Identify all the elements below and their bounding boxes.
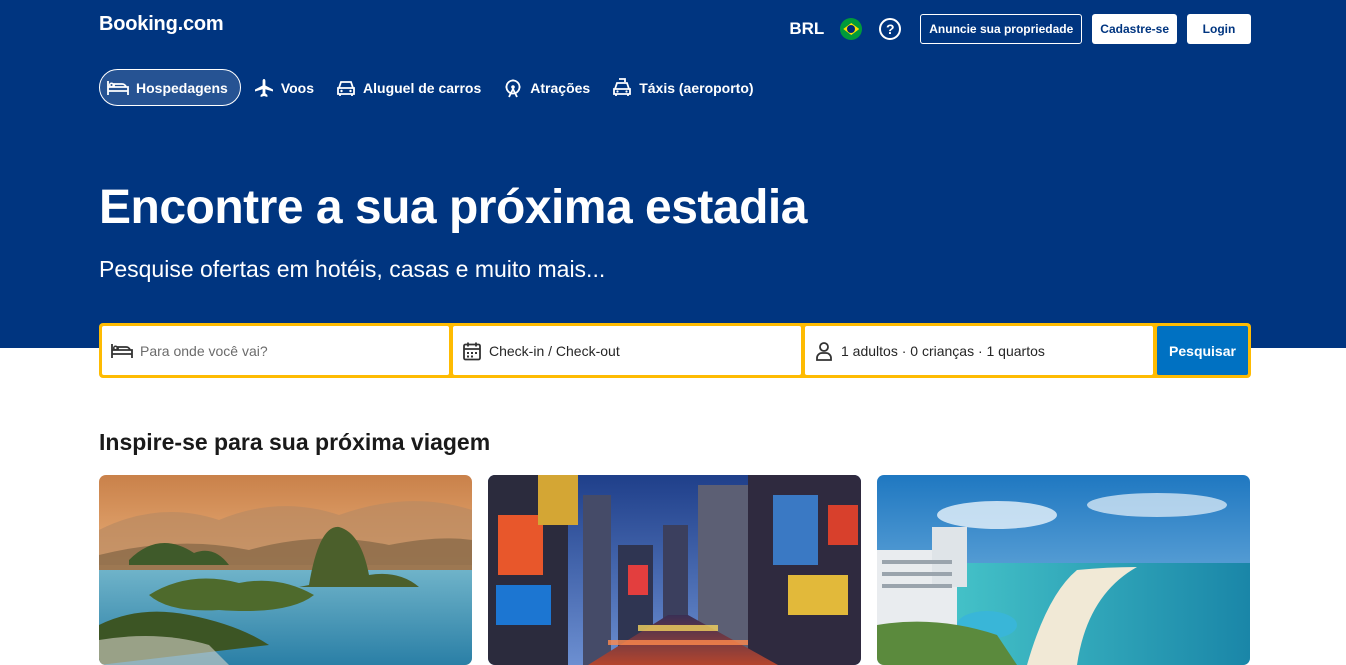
cancun-photo xyxy=(877,475,1250,665)
destination-card-rio[interactable] xyxy=(99,475,472,665)
header-actions: BRL ? Anuncie sua propriedade Cadastre-s… xyxy=(789,14,1251,44)
car-icon xyxy=(337,80,355,96)
search-bar: Para onde você vai? Check-in / Check-out… xyxy=(99,323,1251,378)
brazil-flag-icon[interactable] xyxy=(840,18,863,40)
nav-item-attractions[interactable]: Atrações xyxy=(494,69,599,106)
currency-selector[interactable]: BRL xyxy=(789,19,824,39)
bed-icon xyxy=(111,343,133,358)
booking-logo[interactable]: Booking.com xyxy=(99,13,224,36)
rio-photo xyxy=(99,475,472,665)
person-icon xyxy=(816,341,832,361)
nav-item-label: Táxis (aeroporto) xyxy=(639,79,754,96)
nav-item-label: Hospedagens xyxy=(136,79,228,96)
calendar-icon xyxy=(463,342,481,360)
destination-card-cancun[interactable] xyxy=(877,475,1250,665)
help-icon[interactable]: ? xyxy=(879,18,902,40)
ferris-wheel-icon xyxy=(505,79,521,97)
hero-subtitle: Pesquise ofertas em hotéis, casas e muit… xyxy=(99,256,606,282)
hero-banner: Booking.com BRL ? Anuncie sua propriedad… xyxy=(0,0,1346,348)
nav-item-label: Aluguel de carros xyxy=(363,79,482,96)
dates-label: Check-in / Check-out xyxy=(489,342,620,359)
bed-icon xyxy=(107,80,129,95)
occupancy-field[interactable]: 1 adultos · 0 crianças · 1 quartos xyxy=(805,326,1153,375)
nav-item-label: Atrações xyxy=(530,79,591,96)
list-property-button[interactable]: Anuncie sua propriedade xyxy=(920,14,1083,44)
nav-item-taxis[interactable]: Táxis (aeroporto) xyxy=(603,69,762,106)
inspire-section-title: Inspire-se para sua próxima viagem xyxy=(99,429,491,455)
destination-card-new-york[interactable] xyxy=(488,475,861,665)
destination-input[interactable]: Para onde você vai? xyxy=(140,343,268,359)
new-york-photo xyxy=(488,475,861,665)
occupancy-label: 1 adultos · 0 crianças · 1 quartos xyxy=(841,342,1045,359)
product-nav: Hospedagens Voos Aluguel de carros Atraç… xyxy=(99,69,767,106)
search-button[interactable]: Pesquisar xyxy=(1157,326,1248,375)
destination-field[interactable]: Para onde você vai? xyxy=(102,326,449,375)
taxi-icon xyxy=(613,77,632,96)
nav-item-stays[interactable]: Hospedagens xyxy=(99,69,241,106)
nav-item-flights[interactable]: Voos xyxy=(245,69,323,106)
hero-title: Encontre a sua próxima estadia xyxy=(99,181,807,234)
nav-item-label: Voos xyxy=(280,79,315,96)
plane-icon xyxy=(254,78,273,97)
register-button[interactable]: Cadastre-se xyxy=(1092,14,1177,44)
nav-item-car-rental[interactable]: Aluguel de carros xyxy=(327,69,490,106)
dates-field[interactable]: Check-in / Check-out xyxy=(453,326,801,375)
login-button[interactable]: Login xyxy=(1187,14,1251,44)
